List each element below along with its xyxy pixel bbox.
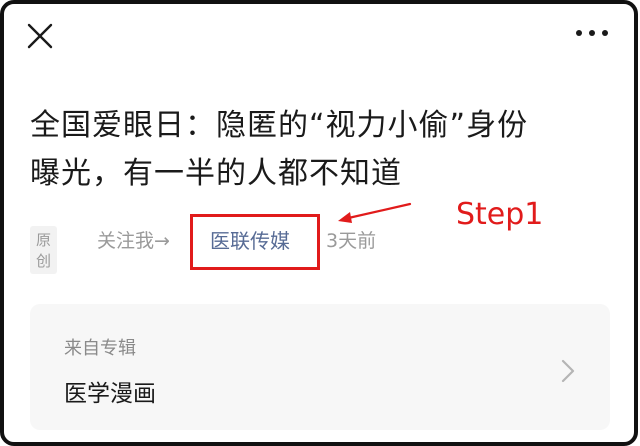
follow-link[interactable]: 关注我→ bbox=[97, 226, 170, 253]
more-icon[interactable] bbox=[574, 26, 610, 40]
close-icon[interactable] bbox=[26, 22, 54, 50]
chevron-right-icon bbox=[561, 359, 575, 383]
article-title-line-1: 全国爱眼日：隐匿的“视力小偷”身份 bbox=[30, 108, 529, 143]
article-title: 全国爱眼日：隐匿的“视力小偷”身份 曝光，有一半的人都不知道 bbox=[30, 102, 590, 198]
step-highlight-box bbox=[190, 214, 320, 270]
original-badge: 原创 bbox=[30, 226, 58, 274]
publish-time: 3天前 bbox=[326, 230, 377, 252]
annotation-arrow-icon bbox=[338, 202, 412, 223]
article-title-line-2: 曝光，有一半的人都不知道 bbox=[30, 156, 402, 191]
article-frame: 全国爱眼日：隐匿的“视力小偷”身份 曝光，有一半的人都不知道 原创 关注我→ 医… bbox=[0, 0, 638, 446]
album-name: 医学漫画 bbox=[64, 381, 156, 407]
step-label: Step1 bbox=[456, 197, 544, 232]
album-card[interactable]: 来自专辑 医学漫画 bbox=[30, 304, 610, 430]
album-label: 来自专辑 bbox=[64, 338, 136, 359]
